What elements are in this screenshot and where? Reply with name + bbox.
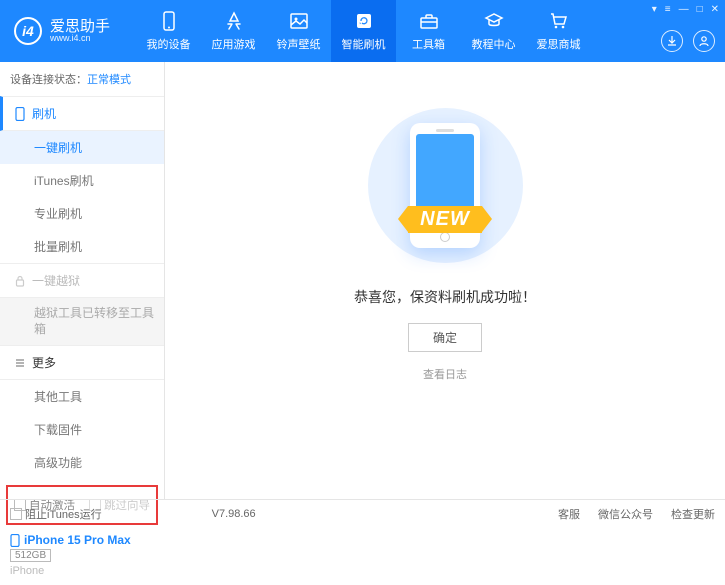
tray-icon[interactable]: ≡	[665, 4, 671, 15]
cart-icon	[548, 10, 570, 32]
sidebar-item-jailbreak-migrated: 越狱工具已转移至工具箱	[0, 298, 164, 345]
nav-label: 铃声壁纸	[277, 36, 321, 52]
user-icons	[661, 30, 715, 52]
app-title: 爱思助手	[50, 19, 110, 34]
refresh-icon	[353, 10, 375, 32]
device-status: 设备连接状态：正常模式	[0, 62, 164, 96]
sidebar-item-pro-flash[interactable]: 专业刷机	[0, 197, 164, 230]
success-message: 恭喜您，保资料刷机成功啦！	[354, 287, 536, 307]
status-bar: 阻止iTunes运行 V7.98.66 客服 微信公众号 检查更新	[0, 499, 725, 527]
footer-update[interactable]: 检查更新	[671, 506, 715, 522]
sidebar-item-batch-flash[interactable]: 批量刷机	[0, 230, 164, 263]
device-info: iPhone 15 Pro Max 512GB iPhone	[0, 529, 164, 585]
app-header: i4 爱思助手 www.i4.cn 我的设备 应用游戏 铃声壁纸 智能刷机 工具…	[0, 0, 725, 62]
section-label: 更多	[32, 354, 56, 371]
window-controls: ▾ ≡ — □ ✕	[652, 4, 719, 15]
confirm-button[interactable]: 确定	[408, 323, 482, 352]
new-ribbon: NEW	[408, 206, 482, 233]
footer-support[interactable]: 客服	[558, 506, 580, 522]
sidebar-item-download-firmware[interactable]: 下载固件	[0, 413, 164, 446]
nav-label: 教程中心	[472, 36, 516, 52]
phone-tiny-icon	[10, 534, 20, 547]
download-button[interactable]	[661, 30, 683, 52]
section-label: 刷机	[32, 105, 56, 122]
close-icon[interactable]: ✕	[711, 4, 719, 15]
section-more[interactable]: 更多	[0, 345, 164, 380]
toolbox-icon	[418, 10, 440, 32]
sidebar-item-oneclick-flash[interactable]: 一键刷机	[0, 131, 164, 164]
user-button[interactable]	[693, 30, 715, 52]
sidebar-item-other-tools[interactable]: 其他工具	[0, 380, 164, 413]
app-logo-icon: i4	[14, 17, 42, 45]
nav-toolbox[interactable]: 工具箱	[396, 0, 461, 62]
checkbox-block-itunes[interactable]: 阻止iTunes运行	[10, 506, 102, 522]
list-icon	[14, 357, 26, 369]
nav-label: 应用游戏	[212, 36, 256, 52]
section-flash[interactable]: 刷机	[0, 96, 164, 131]
phone-icon	[158, 10, 180, 32]
nav-store[interactable]: 爱思商城	[526, 0, 591, 62]
graduation-icon	[483, 10, 505, 32]
sidebar: 设备连接状态：正常模式 刷机 一键刷机 iTunes刷机 专业刷机 批量刷机 一…	[0, 62, 165, 499]
lock-icon	[14, 275, 26, 287]
section-jailbreak[interactable]: 一键越狱	[0, 263, 164, 298]
nav-label: 我的设备	[147, 36, 191, 52]
nav-label: 爱思商城	[537, 36, 581, 52]
section-label: 一键越狱	[32, 272, 80, 289]
phone-small-icon	[14, 107, 26, 121]
device-type: iPhone	[10, 565, 154, 577]
nav-my-device[interactable]: 我的设备	[136, 0, 201, 62]
version-label: V7.98.66	[212, 508, 256, 520]
nav-apps[interactable]: 应用游戏	[201, 0, 266, 62]
logo-area: i4 爱思助手 www.i4.cn	[0, 17, 122, 45]
maximize-icon[interactable]: □	[697, 4, 703, 15]
nav-label: 工具箱	[412, 36, 445, 52]
minimize-icon[interactable]: —	[679, 4, 689, 15]
nav-tutorial[interactable]: 教程中心	[461, 0, 526, 62]
sidebar-item-itunes-flash[interactable]: iTunes刷机	[0, 164, 164, 197]
app-url: www.i4.cn	[50, 34, 110, 43]
nav-ringtone[interactable]: 铃声壁纸	[266, 0, 331, 62]
view-log-link[interactable]: 查看日志	[423, 366, 467, 382]
sidebar-item-advanced[interactable]: 高级功能	[0, 446, 164, 479]
nav-flash[interactable]: 智能刷机	[331, 0, 396, 62]
status-mode: 正常模式	[87, 74, 131, 86]
image-icon	[288, 10, 310, 32]
appstore-icon	[223, 10, 245, 32]
menu-icon[interactable]: ▾	[652, 4, 657, 15]
success-illustration: NEW	[363, 108, 528, 263]
nav-label: 智能刷机	[342, 36, 386, 52]
main-content: NEW 恭喜您，保资料刷机成功啦！ 确定 查看日志	[165, 62, 725, 499]
device-name-row[interactable]: iPhone 15 Pro Max	[10, 533, 154, 547]
top-nav: 我的设备 应用游戏 铃声壁纸 智能刷机 工具箱 教程中心 爱思商城	[136, 0, 591, 62]
storage-badge: 512GB	[10, 549, 51, 562]
footer-wechat[interactable]: 微信公众号	[598, 506, 653, 522]
